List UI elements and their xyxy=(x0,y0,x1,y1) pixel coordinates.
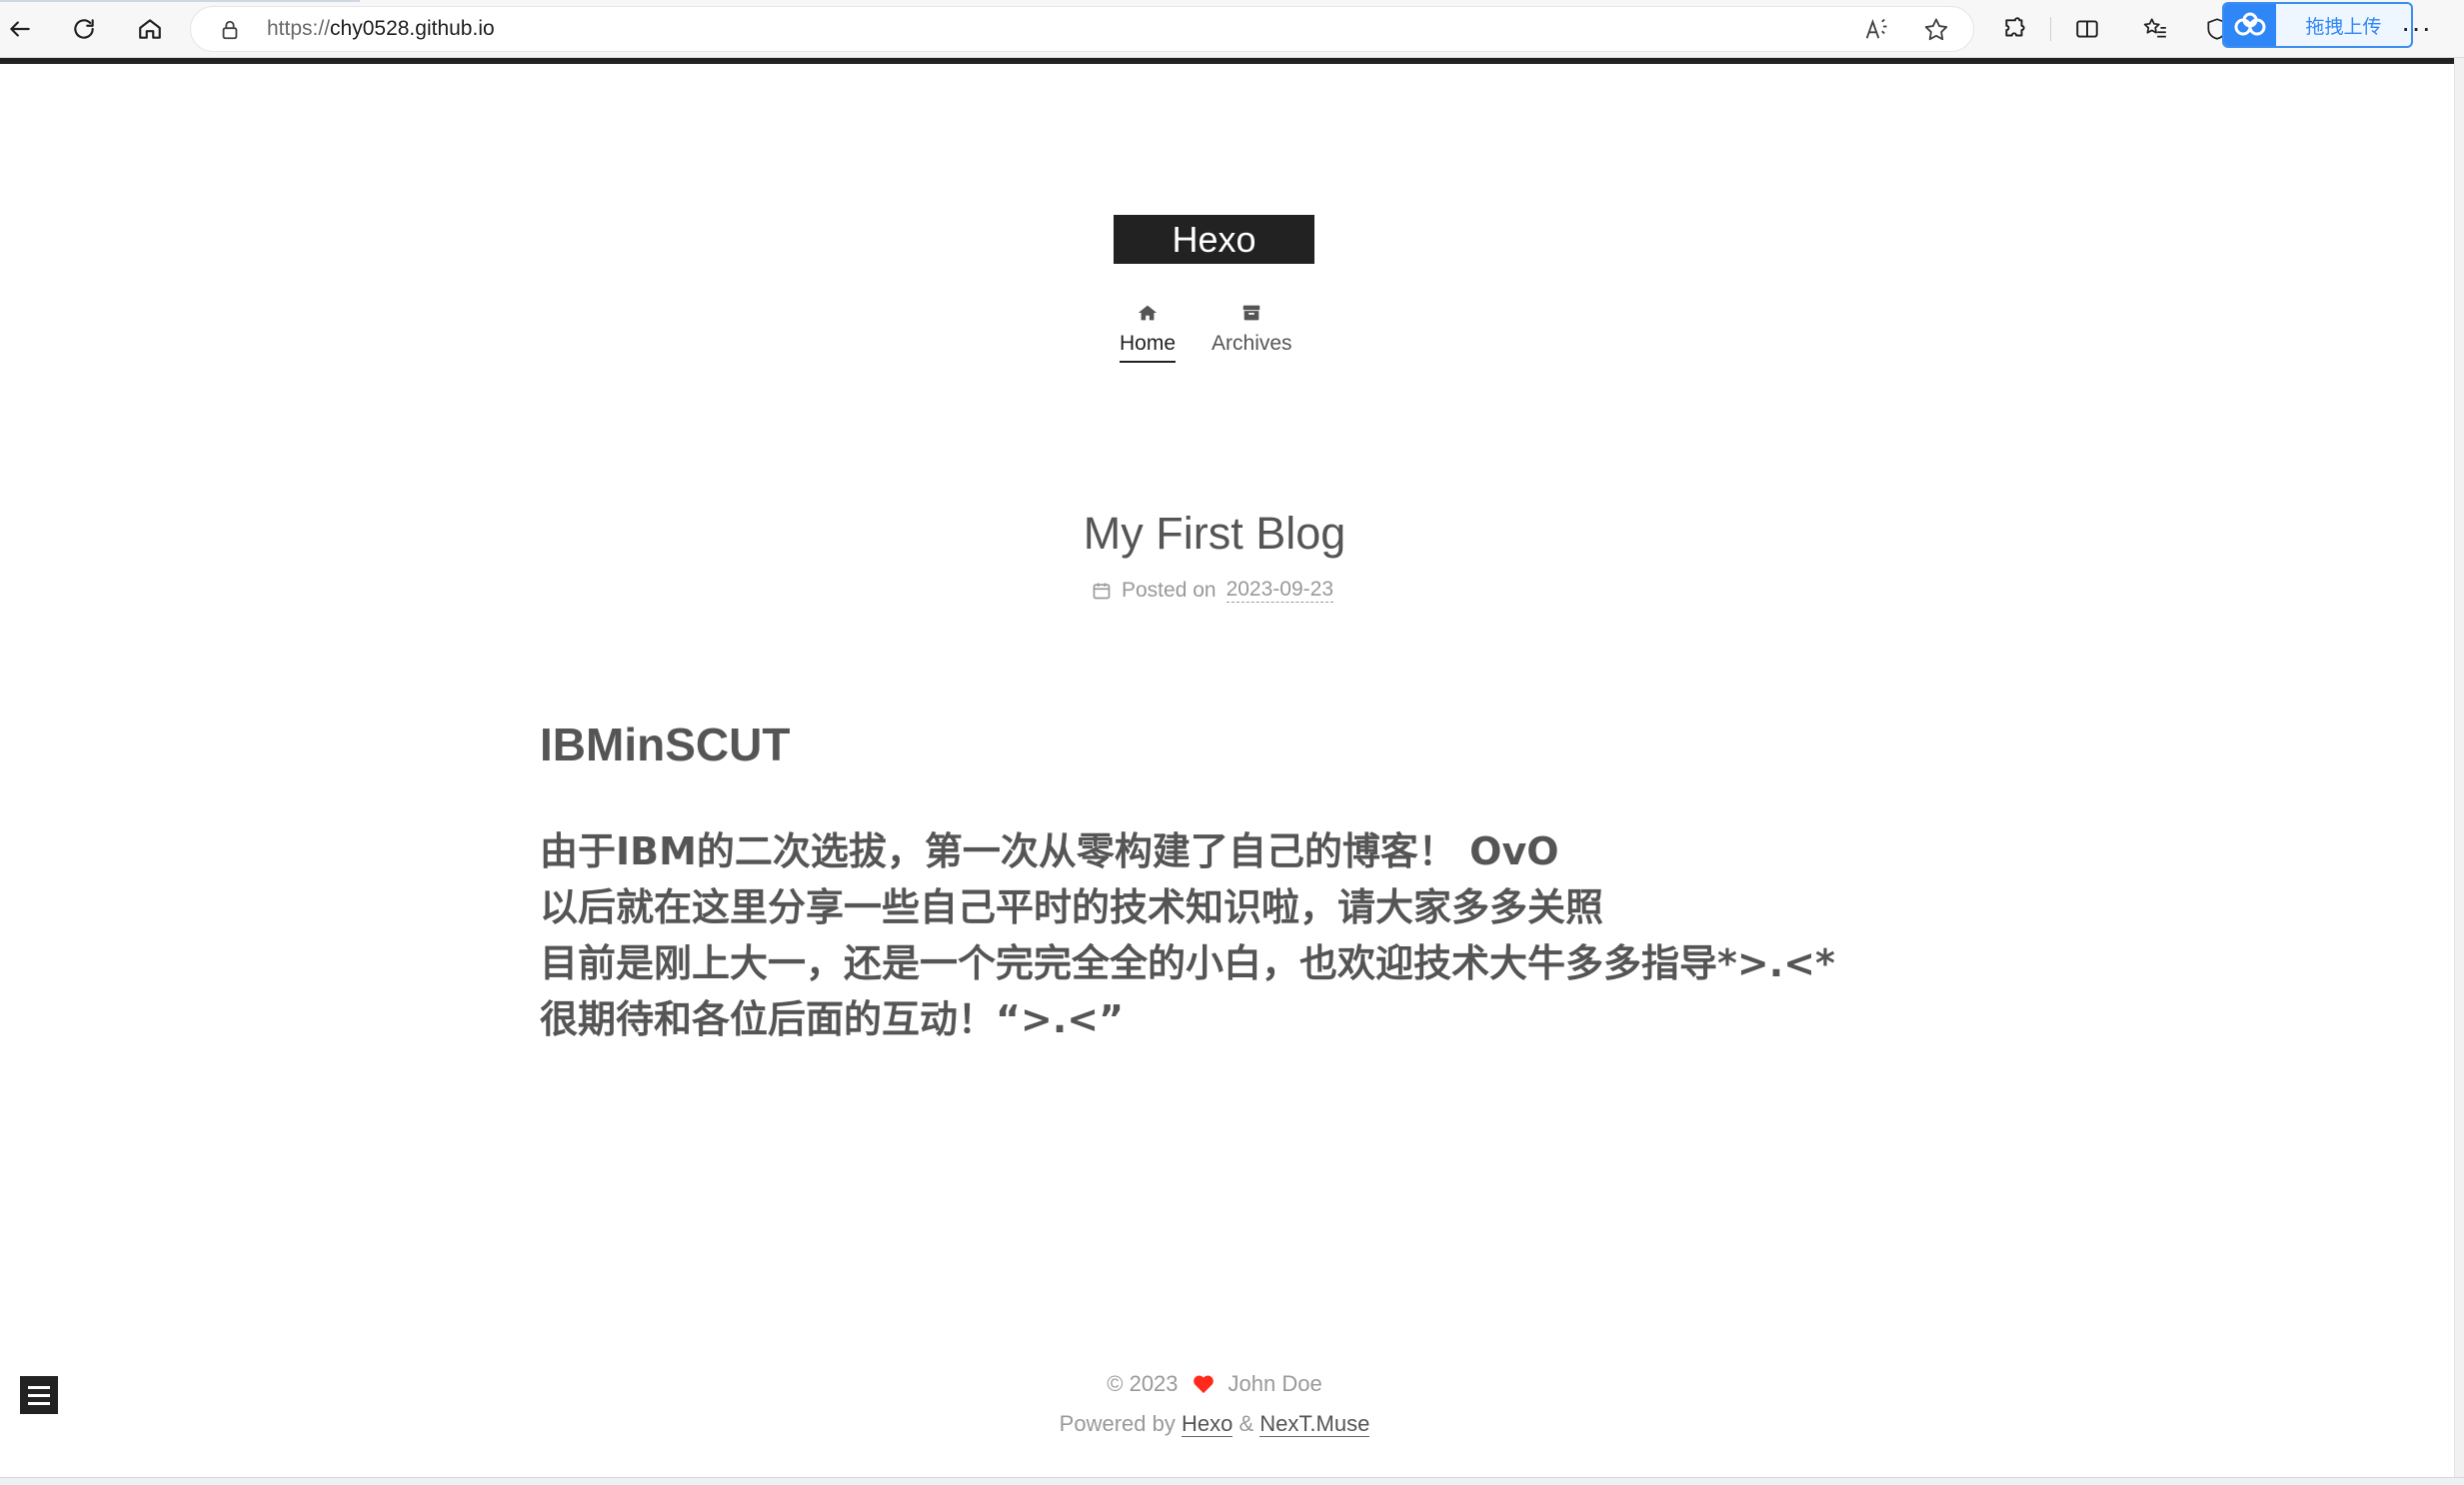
cloud-drive-logo xyxy=(2224,4,2276,46)
archive-icon xyxy=(1243,305,1260,321)
split-screen-button[interactable] xyxy=(2067,10,2107,48)
theme-link[interactable]: NexT.Muse xyxy=(1259,1411,1370,1437)
tab-strip-edge xyxy=(0,0,360,2)
copyright-row: © 2023 John Doe xyxy=(0,1371,2429,1397)
puzzle-icon xyxy=(2005,17,2025,37)
heart-icon xyxy=(1193,1375,1214,1394)
calendar-icon xyxy=(1093,583,1111,599)
ampersand: & xyxy=(1238,1411,1254,1436)
nav-label-archives: Archives xyxy=(1212,332,1292,355)
favorites-button[interactable] xyxy=(2135,10,2175,48)
post-line: 目前是刚上大一，还是一个完完全全的小白，也欢迎技术大牛多多指导*>.<* xyxy=(540,941,1835,985)
split-screen-icon xyxy=(2076,20,2098,38)
site-brand-title[interactable]: Hexo xyxy=(1114,215,1314,264)
address-bar[interactable]: https://chy0528.github.io xyxy=(190,6,1974,52)
post-body: IBMinSCUT 由于IBM的二次选拔，第一次从零构建了自己的博客！ OvO … xyxy=(540,718,1899,1047)
back-arrow-icon xyxy=(10,21,30,37)
copyright-text: © 2023 xyxy=(1107,1371,1179,1396)
home-icon xyxy=(1138,305,1158,321)
post-meta: Posted on 2023-09-23 xyxy=(1092,578,1333,603)
nav-item-home[interactable]: Home xyxy=(1120,302,1177,363)
author-name: John Doe xyxy=(1228,1371,1322,1396)
extensions-button[interactable] xyxy=(1995,10,2035,48)
home-button[interactable] xyxy=(130,10,170,48)
site-nav-menu: Home Archives xyxy=(1120,302,1292,363)
site-top-border xyxy=(0,58,2454,64)
url-text[interactable]: https://chy0528.github.io xyxy=(267,17,495,41)
site-footer: © 2023 John Doe Powered by Hexo & NexT.M… xyxy=(0,1371,2429,1437)
post-heading: IBMinSCUT xyxy=(540,719,791,770)
more-menu-button[interactable]: ··· xyxy=(2401,12,2432,44)
sidebar-toggle-button[interactable] xyxy=(20,1376,58,1414)
powered-by-label: Powered by xyxy=(1059,1411,1176,1436)
powered-by-row: Powered by Hexo & NexT.Muse xyxy=(0,1411,2429,1437)
nav-label-home: Home xyxy=(1120,332,1177,363)
cloud-logo-icon xyxy=(2234,12,2266,36)
browser-toolbar: https://chy0528.github.io 拖拽上传 ··· xyxy=(0,0,2464,58)
back-button[interactable] xyxy=(0,10,40,48)
post-line: 由于IBM的二次选拔，第一次从零构建了自己的博客！ OvO xyxy=(540,829,1559,873)
url-host: chy0528.github.io xyxy=(330,17,495,40)
refresh-button[interactable] xyxy=(64,10,104,48)
menu-bar-icon xyxy=(28,1401,50,1405)
read-aloud-icon[interactable] xyxy=(1862,16,1890,44)
posted-on-label: Posted on xyxy=(1122,578,1217,602)
favorite-star-icon[interactable] xyxy=(1922,16,1950,44)
house-icon xyxy=(139,19,161,39)
window-bottom-edge xyxy=(0,1477,2464,1485)
menu-bar-icon xyxy=(28,1385,50,1389)
toolbar-divider xyxy=(2050,17,2051,41)
vertical-scrollbar[interactable] xyxy=(2454,58,2464,1485)
favorites-list-icon xyxy=(2143,18,2166,38)
post-line: 很期待和各位后面的互动！“>.<” xyxy=(540,997,1125,1041)
upload-label: 拖拽上传 xyxy=(2305,15,2382,38)
post-date[interactable]: 2023-09-23 xyxy=(1226,578,1333,603)
menu-bar-icon xyxy=(28,1393,50,1397)
nav-item-archives[interactable]: Archives xyxy=(1212,302,1292,363)
post-line: 以后就在这里分享一些自己平时的技术知识啦，请大家多多关照 xyxy=(540,885,1604,929)
url-protocol: https:// xyxy=(267,17,331,40)
post-title[interactable]: My First Blog xyxy=(0,508,2429,560)
lock-icon[interactable] xyxy=(219,18,241,42)
hexo-link[interactable]: Hexo xyxy=(1181,1411,1233,1437)
drag-upload-widget[interactable]: 拖拽上传 xyxy=(2222,2,2413,48)
refresh-icon xyxy=(74,19,94,39)
